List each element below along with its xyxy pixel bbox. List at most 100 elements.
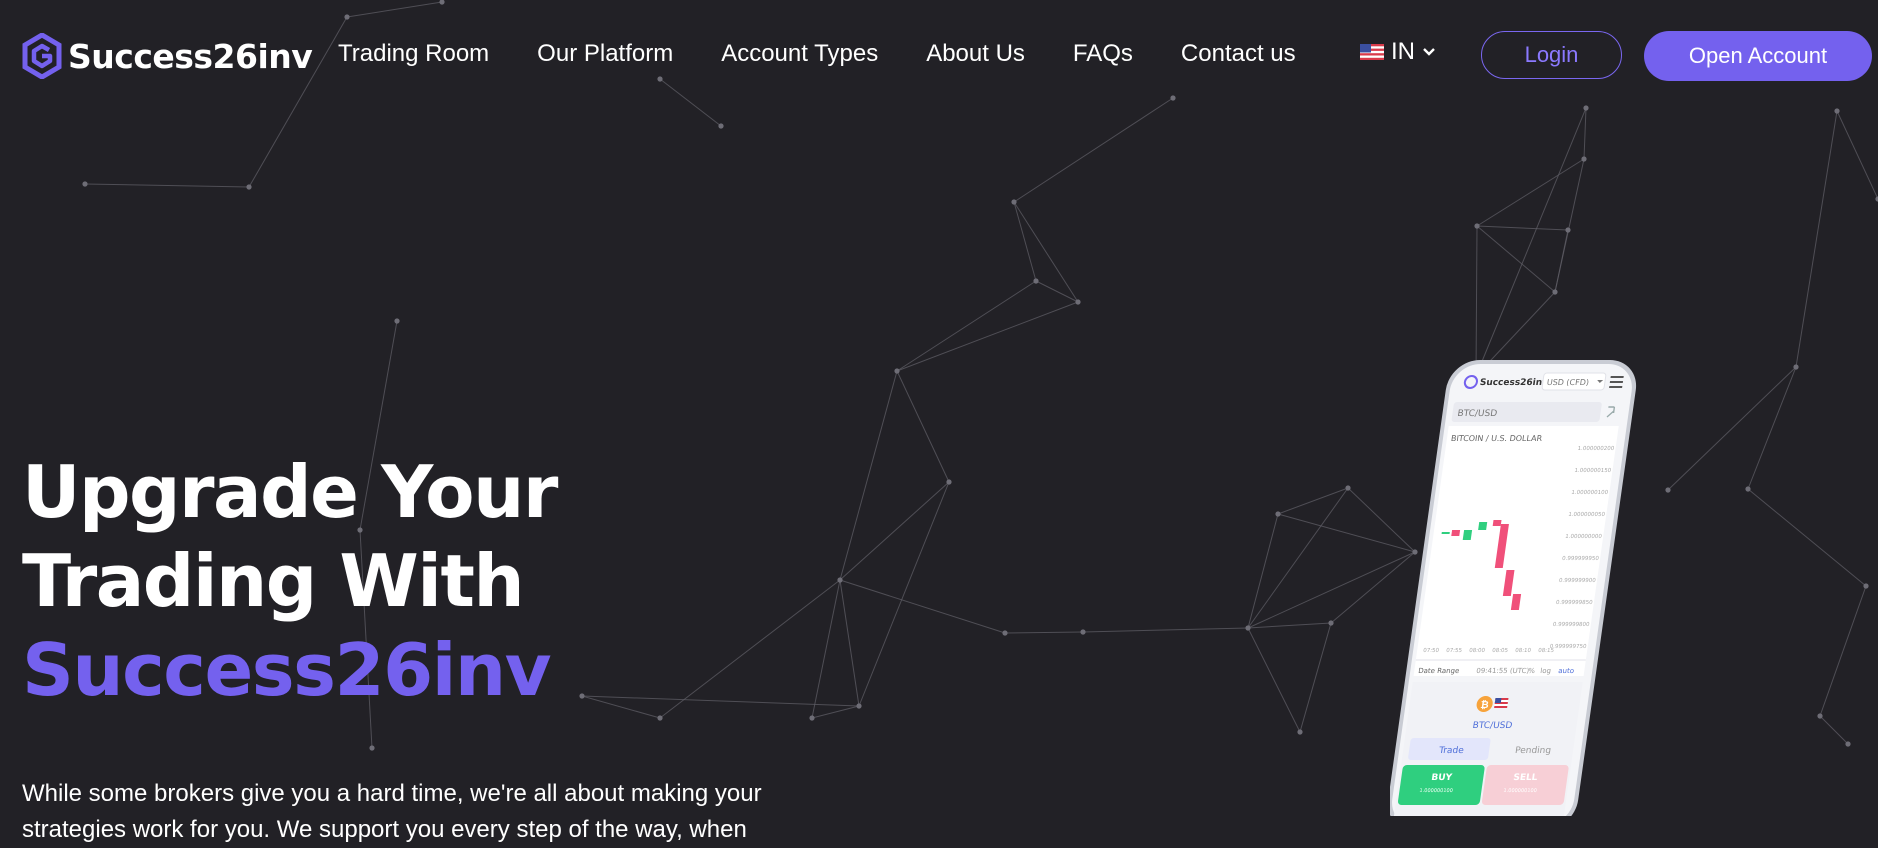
network-node [837, 577, 843, 583]
language-label: IN [1391, 38, 1415, 65]
network-line [1836, 110, 1878, 200]
phone-price-tick: 0.999999850 [1555, 600, 1593, 606]
network-line [1747, 366, 1797, 490]
phone-candle [1462, 530, 1473, 540]
network-node [1245, 625, 1251, 631]
network-node [856, 703, 862, 709]
hamburger-menu-icon[interactable] [1609, 376, 1624, 388]
network-line [1247, 513, 1279, 629]
network-node [1080, 629, 1086, 635]
network-line [1247, 622, 1332, 629]
nav-our-platform[interactable]: Our Platform [537, 40, 673, 68]
phone-tab-pending[interactable]: Pending [1514, 746, 1551, 756]
network-node [946, 479, 952, 485]
phone-candle [1441, 532, 1450, 534]
network-line [1747, 488, 1867, 587]
site-header: Success26inv Trading Room Our Platform A… [0, 0, 1878, 115]
network-line [1247, 487, 1349, 629]
phone-scale-auto[interactable]: auto [1558, 666, 1575, 675]
network-line [1277, 487, 1349, 515]
nav-account-types[interactable]: Account Types [721, 40, 878, 68]
network-line [811, 579, 841, 719]
hero-title-line-1: Upgrade Your [22, 450, 558, 534]
phone-candle [1451, 530, 1461, 536]
phone-sell-button[interactable]: SELL [1513, 773, 1539, 783]
network-node [894, 368, 900, 374]
network-line [1013, 201, 1037, 282]
network-line [1004, 631, 1084, 634]
phone-sell-price: 1.000000100 [1503, 788, 1537, 794]
open-account-button[interactable]: Open Account [1644, 31, 1872, 81]
phone-price-tick: 0.999999950 [1562, 556, 1600, 562]
phone-buy-button[interactable]: BUY [1431, 773, 1454, 783]
phone-currency-select[interactable]: USD (CFD) [1546, 378, 1589, 387]
network-node [82, 181, 88, 187]
phone-asset: BTC/USD [1472, 721, 1513, 731]
brand-logo[interactable]: Success26inv [22, 33, 313, 79]
phone-mockup: Success26inv USD (CFD) BTC/USD BITCOIN /… [1390, 360, 1637, 816]
phone-date-range[interactable]: Date Range [1418, 666, 1460, 675]
language-selector[interactable]: IN [1360, 38, 1436, 66]
phone-price-tick: 1.000000200 [1577, 446, 1615, 452]
network-line [1247, 627, 1301, 733]
phone-candle [1492, 520, 1502, 526]
hero-title-brand: Success26inv [22, 628, 552, 712]
nav-faqs[interactable]: FAQs [1073, 40, 1133, 68]
network-line [1554, 229, 1569, 293]
us-flag-icon [1360, 44, 1384, 60]
hero-title-line-2: Trading With [22, 539, 525, 623]
network-line [1013, 201, 1079, 303]
login-button[interactable]: Login [1481, 31, 1622, 79]
hexagon-g-logo-icon [22, 33, 62, 79]
network-line [581, 695, 860, 707]
svg-text:₿: ₿ [1480, 699, 1490, 711]
network-line [1475, 225, 1478, 377]
hero-title: Upgrade Your Trading With Success26inv [22, 448, 558, 715]
network-node [246, 184, 252, 190]
network-line [839, 481, 950, 581]
network-node [1817, 713, 1823, 719]
phone-price-tick: 1.000000100 [1571, 490, 1609, 496]
network-line [84, 183, 250, 188]
network-node [1474, 223, 1480, 229]
network-node [1297, 729, 1303, 735]
network-node [809, 715, 815, 721]
network-line [811, 705, 860, 719]
network-line [1299, 622, 1332, 733]
phone-brand: Success26inv [1479, 378, 1549, 388]
phone-buy-price: 1.000000100 [1419, 788, 1453, 794]
phone-price-tick: 1.000000050 [1568, 512, 1606, 518]
network-node [1328, 620, 1334, 626]
phone-price-tick: 0.999999750 [1549, 644, 1587, 650]
phone-clock: 09:41:55 (UTC) [1476, 666, 1530, 675]
network-node [1275, 511, 1281, 517]
network-node [394, 318, 400, 324]
phone-instrument: BITCOIN / U.S. DOLLAR [1450, 434, 1543, 443]
network-line [1475, 107, 1587, 377]
network-line [839, 579, 1006, 634]
network-node [1581, 156, 1587, 162]
phone-price-tick: 0.999999800 [1552, 622, 1590, 628]
phone-time-tick: 08:10 [1515, 648, 1532, 654]
network-line [839, 579, 860, 707]
network-node [1863, 583, 1869, 589]
network-node [369, 745, 375, 751]
network-node [718, 123, 724, 129]
main-nav: Trading Room Our Platform Account Types … [338, 40, 1296, 68]
network-line [1583, 107, 1587, 160]
phone-symbol[interactable]: BTC/USD [1457, 409, 1498, 419]
network-node [1845, 741, 1851, 747]
nav-contact-us[interactable]: Contact us [1181, 40, 1296, 68]
nav-trading-room[interactable]: Trading Room [338, 40, 489, 68]
network-node [1002, 630, 1008, 636]
network-line [1795, 110, 1838, 368]
network-line [1476, 158, 1585, 227]
network-node [1552, 289, 1558, 295]
network-line [839, 370, 898, 581]
phone-time-tick: 08:05 [1492, 648, 1509, 654]
phone-tab-trade[interactable]: Trade [1437, 746, 1464, 756]
phone-scale-log[interactable]: log [1540, 666, 1552, 675]
phone-us-flag-icon [1494, 698, 1509, 708]
nav-about-us[interactable]: About Us [926, 40, 1025, 68]
phone-time-tick: 07:55 [1446, 648, 1463, 654]
